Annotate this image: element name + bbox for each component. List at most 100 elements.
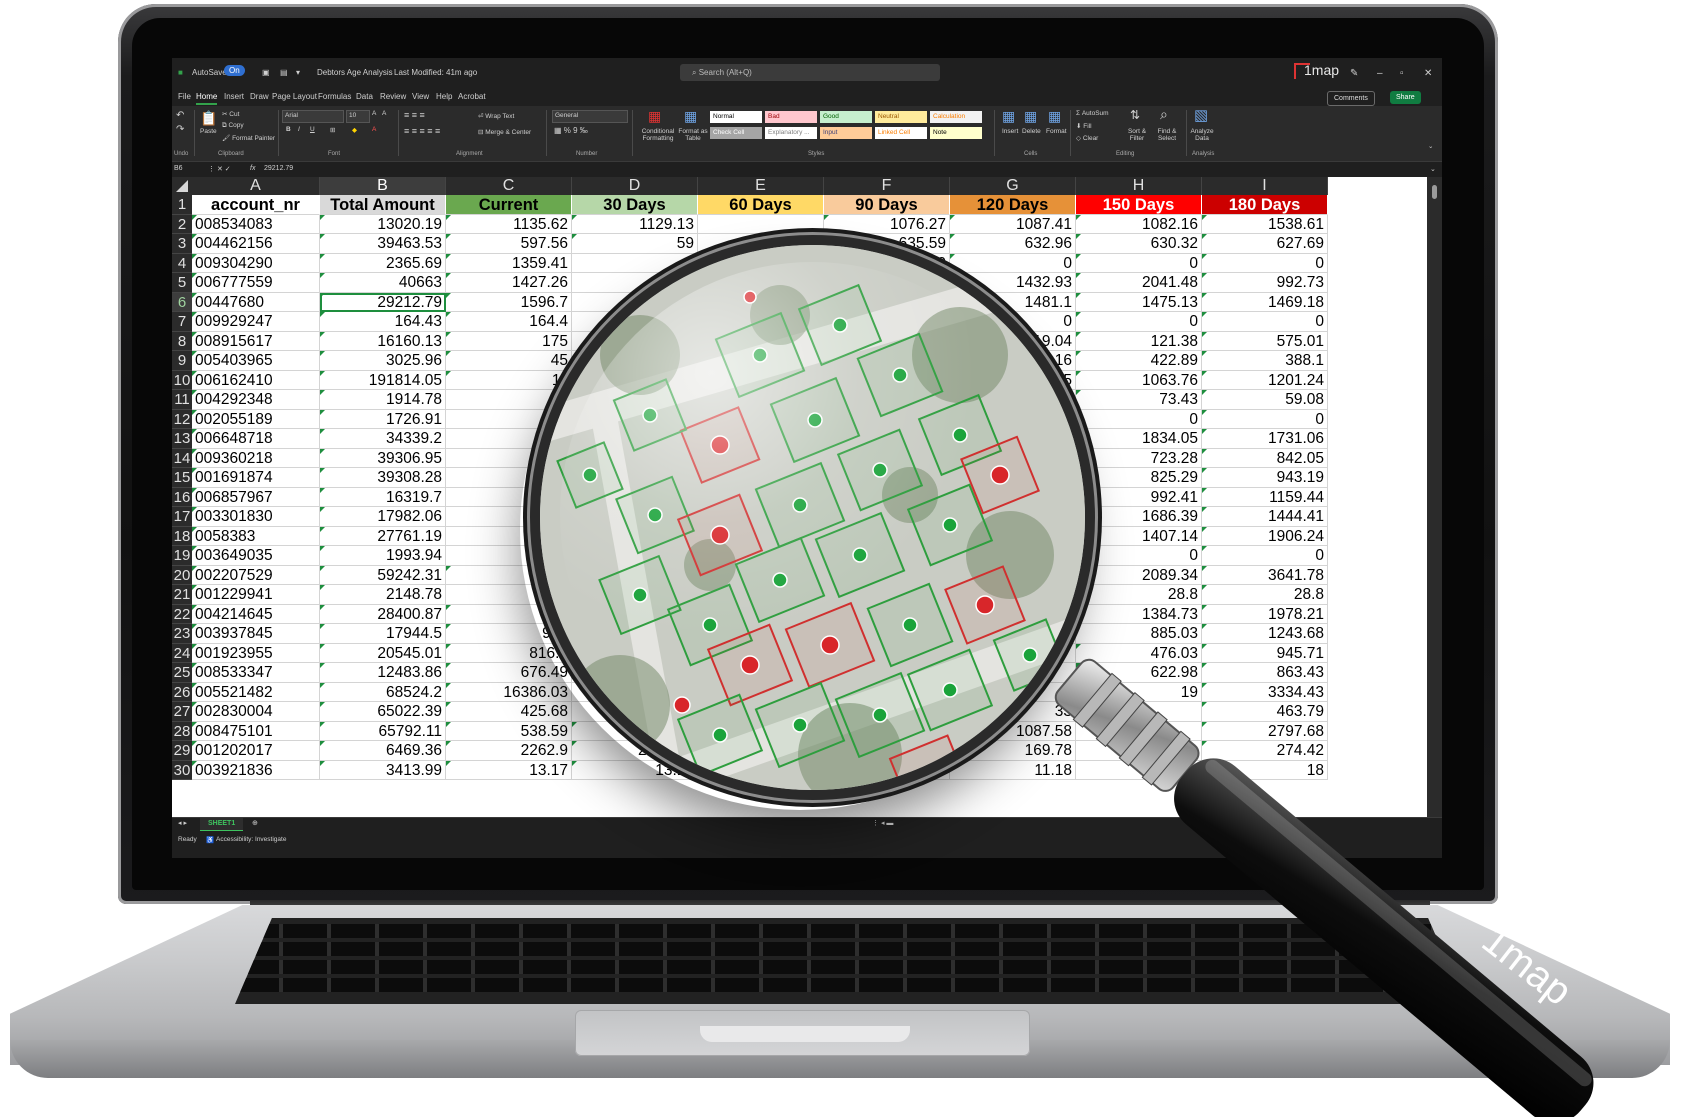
- number-format-select[interactable]: General: [552, 110, 628, 123]
- table-cell[interactable]: 992.73: [1202, 273, 1328, 293]
- table-cell[interactable]: 992.41: [1076, 487, 1202, 507]
- minimize-button[interactable]: –: [1377, 68, 1383, 79]
- fill-color-icon[interactable]: ◆: [352, 126, 357, 134]
- column-header-g[interactable]: G: [950, 177, 1076, 195]
- table-cell[interactable]: 1469.18: [1202, 292, 1328, 312]
- format-cells-label[interactable]: Format: [1046, 128, 1067, 135]
- find-select-label[interactable]: Find & Select: [1152, 128, 1182, 142]
- table-cell[interactable]: 65022.39: [320, 702, 446, 722]
- sort-filter-label[interactable]: Sort & Filter: [1124, 128, 1150, 142]
- comments-button[interactable]: Comments: [1327, 91, 1375, 106]
- formula-cancel-confirm-icon[interactable]: ⋮ ✕ ✓: [208, 165, 231, 173]
- table-cell[interactable]: 12483.86: [320, 663, 446, 683]
- table-cell[interactable]: 191814.05: [320, 370, 446, 390]
- paste-icon[interactable]: 📋: [200, 110, 217, 127]
- table-cell[interactable]: 1538.61: [1202, 214, 1328, 234]
- align-top-icon[interactable]: ≡ ≡ ≡: [404, 110, 425, 120]
- table-cell[interactable]: 825.29: [1076, 468, 1202, 488]
- table-cell[interactable]: 005521482: [192, 682, 320, 702]
- table-cell[interactable]: 463.79: [1202, 702, 1328, 722]
- row-header-25[interactable]: 25: [172, 663, 192, 683]
- row-header-20[interactable]: 20: [172, 565, 192, 585]
- table-cell[interactable]: 842.05: [1202, 448, 1328, 468]
- row-header-13[interactable]: 13: [172, 429, 192, 449]
- cell-style-2[interactable]: Good: [820, 111, 872, 123]
- cell-style-1[interactable]: Bad: [765, 111, 817, 123]
- analyze-data-icon[interactable]: ▧: [1194, 106, 1208, 124]
- table-cell[interactable]: 003921836: [192, 760, 320, 780]
- table-cell[interactable]: 1243.68: [1202, 624, 1328, 644]
- row-header-21[interactable]: 21: [172, 585, 192, 605]
- cell-style-7[interactable]: Input: [820, 127, 872, 139]
- header-cell[interactable]: 150 Days: [1076, 195, 1202, 215]
- menu-view[interactable]: View: [412, 92, 429, 101]
- table-cell[interactable]: 28400.87: [320, 604, 446, 624]
- table-cell[interactable]: 1201.24: [1202, 370, 1328, 390]
- menu-home[interactable]: Home: [196, 92, 218, 105]
- table-cell[interactable]: 0: [1202, 253, 1328, 273]
- header-cell[interactable]: 30 Days: [572, 195, 698, 215]
- undo-quick-icon[interactable]: ▤: [280, 68, 288, 77]
- table-cell[interactable]: 1159.44: [1202, 487, 1328, 507]
- table-cell[interactable]: 1063.76: [1076, 370, 1202, 390]
- table-cell[interactable]: 945.71: [1202, 643, 1328, 663]
- row-header-30[interactable]: 30: [172, 760, 192, 780]
- align-left-icon[interactable]: ≡ ≡ ≡ ≡ ≡: [404, 126, 440, 136]
- table-cell[interactable]: 39463.53: [320, 234, 446, 254]
- menu-data[interactable]: Data: [356, 92, 373, 101]
- table-cell[interactable]: 1731.06: [1202, 429, 1328, 449]
- table-cell[interactable]: 008534083: [192, 214, 320, 234]
- row-header-29[interactable]: 29: [172, 741, 192, 761]
- table-cell[interactable]: 59242.31: [320, 565, 446, 585]
- cell-style-4[interactable]: Calculation: [930, 111, 982, 123]
- cell-style-5[interactable]: Check Cell: [710, 127, 762, 139]
- delete-cells-icon[interactable]: ▦: [1024, 108, 1037, 125]
- row-header-14[interactable]: 14: [172, 448, 192, 468]
- document-title[interactable]: Debtors Age Analysis: [317, 68, 393, 77]
- table-cell[interactable]: 943.19: [1202, 468, 1328, 488]
- share-button[interactable]: Share: [1390, 91, 1421, 104]
- row-header-17[interactable]: 17: [172, 507, 192, 527]
- pen-icon[interactable]: ✎: [1350, 68, 1358, 79]
- redo-icon[interactable]: ↷: [176, 124, 184, 135]
- table-cell[interactable]: 006857967: [192, 487, 320, 507]
- insert-cells-icon[interactable]: ▦: [1002, 108, 1015, 125]
- column-header-f[interactable]: F: [824, 177, 950, 195]
- maximize-button[interactable]: ▫: [1400, 68, 1404, 79]
- table-cell[interactable]: 0: [1202, 312, 1328, 332]
- table-cell[interactable]: 2365.69: [320, 253, 446, 273]
- table-cell[interactable]: 006777559: [192, 273, 320, 293]
- table-cell[interactable]: 3641.78: [1202, 565, 1328, 585]
- header-cell[interactable]: 120 Days: [950, 195, 1076, 215]
- table-cell[interactable]: 27761.19: [320, 526, 446, 546]
- row-header-22[interactable]: 22: [172, 604, 192, 624]
- table-cell[interactable]: 19: [1076, 682, 1202, 702]
- customize-quick-access-icon[interactable]: ▾: [296, 68, 300, 77]
- table-cell[interactable]: 003301830: [192, 507, 320, 527]
- table-cell[interactable]: 723.28: [1076, 448, 1202, 468]
- wrap-text-button[interactable]: ⏎ Wrap Text: [478, 112, 514, 120]
- table-cell[interactable]: 008915617: [192, 331, 320, 351]
- table-cell[interactable]: 885.03: [1076, 624, 1202, 644]
- table-cell[interactable]: 0: [1076, 312, 1202, 332]
- header-cell[interactable]: Total Amount: [320, 195, 446, 215]
- table-cell[interactable]: 2041.48: [1076, 273, 1202, 293]
- table-cell[interactable]: 0: [1202, 409, 1328, 429]
- table-cell[interactable]: 1087.41: [950, 214, 1076, 234]
- insert-cells-label[interactable]: Insert: [1002, 128, 1018, 135]
- grow-font-icon[interactable]: A: [372, 110, 376, 117]
- cell-style-6[interactable]: Explanatory ...: [765, 127, 817, 139]
- table-cell[interactable]: 001691874: [192, 468, 320, 488]
- table-cell[interactable]: 006162410: [192, 370, 320, 390]
- table-cell[interactable]: 73.43: [1076, 390, 1202, 410]
- table-cell[interactable]: [698, 214, 824, 234]
- row-header-5[interactable]: 5: [172, 273, 192, 293]
- table-cell[interactable]: 3334.43: [1202, 682, 1328, 702]
- table-cell[interactable]: 3025.96: [320, 351, 446, 371]
- font-color-icon[interactable]: A: [372, 126, 376, 133]
- table-cell[interactable]: 0: [1076, 409, 1202, 429]
- format-cells-icon[interactable]: ▦: [1048, 108, 1061, 125]
- table-cell[interactable]: 001923955: [192, 643, 320, 663]
- table-cell[interactable]: 00447680: [192, 292, 320, 312]
- row-header-6[interactable]: 6: [172, 292, 192, 312]
